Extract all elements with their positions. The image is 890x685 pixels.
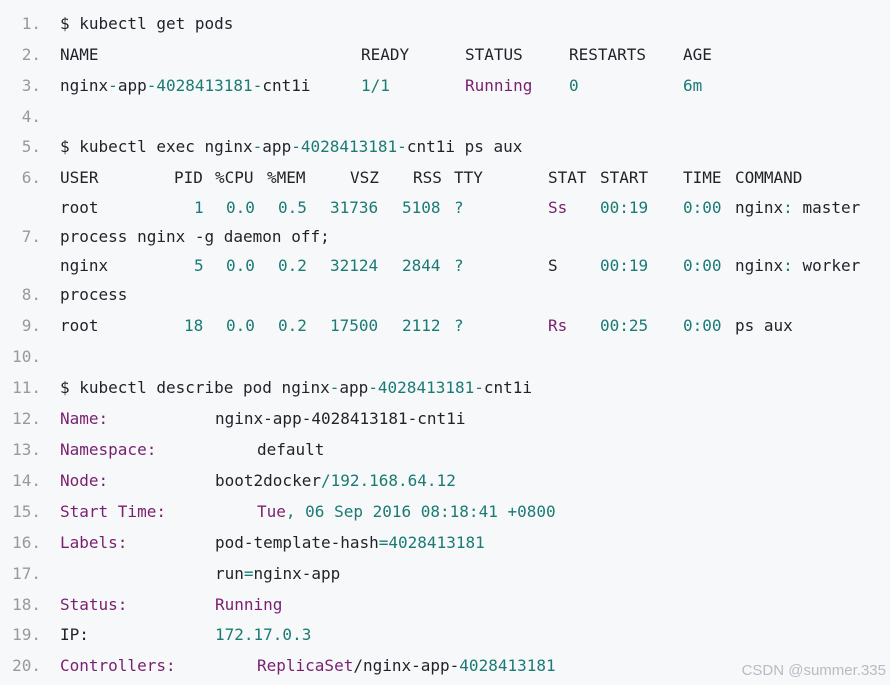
- col-header-name: NAME: [60, 45, 99, 64]
- ps-row-command: ps aux: [735, 316, 793, 335]
- ps-row-pid: 18: [184, 316, 204, 335]
- ps-header-tty: TTY: [454, 168, 483, 187]
- line-number: 15.: [12, 502, 41, 521]
- line-number: 16.: [12, 533, 41, 552]
- describe-ip-value: 172.17.0.3: [215, 625, 312, 644]
- line-number: 18.: [12, 595, 41, 614]
- line-number: 8.: [21, 285, 41, 304]
- ps-header-user: USER: [60, 168, 99, 187]
- describe-start-time-label: Start Time:: [60, 502, 166, 521]
- ps-row-tty: ?: [454, 198, 464, 217]
- ps-row-time: 0:00: [683, 256, 722, 275]
- line-number: 9.: [21, 316, 41, 335]
- describe-namespace-label: Namespace:: [60, 440, 157, 459]
- describe-labels-label: Labels:: [60, 533, 128, 552]
- ps-row-mem: 0.2: [278, 256, 307, 275]
- describe-labels-value: pod-template-hash=4028413181: [215, 533, 485, 552]
- ps-row-user: root: [60, 198, 99, 217]
- command-get-pods: $ kubectl get pods: [60, 14, 234, 33]
- ps-header-time: TIME: [683, 168, 722, 187]
- ps-row-vsz: 31736: [330, 198, 379, 217]
- ps-row-tty: ?: [454, 316, 464, 335]
- ps-header-pid: PID: [174, 168, 203, 187]
- col-header-restarts: RESTARTS: [569, 45, 647, 64]
- line-number: 19.: [12, 625, 41, 644]
- describe-controllers-value: ReplicaSet/nginx-app-4028413181: [257, 656, 556, 675]
- ps-row-tty: ?: [454, 256, 464, 275]
- line-number: 4.: [21, 107, 41, 126]
- code-block: 1. 2. 3. 4. 5. 6. 7. 8. 9. 10. 11. 12. 1…: [0, 0, 890, 685]
- ps-header-vsz: VSZ: [350, 168, 379, 187]
- ps-row-start: 00:19: [600, 256, 649, 275]
- watermark: CSDN @summer.335: [741, 662, 886, 679]
- describe-node-label: Node:: [60, 471, 109, 490]
- col-header-age: AGE: [683, 45, 712, 64]
- ps-header-command: COMMAND: [735, 168, 803, 187]
- ps-row-command-wrap: process: [60, 285, 128, 304]
- ps-row-command: nginx: master: [735, 198, 861, 217]
- ps-row-mem: 0.2: [278, 316, 307, 335]
- ps-row-vsz: 17500: [330, 316, 379, 335]
- ps-row-user: root: [60, 316, 99, 335]
- pod-age: 6m: [683, 76, 703, 95]
- describe-status-label: Status:: [60, 595, 128, 614]
- ps-header-mem: %MEM: [267, 168, 306, 187]
- ps-row-stat: S: [548, 256, 558, 275]
- describe-status-value: Running: [215, 595, 283, 614]
- line-number: 1.: [21, 14, 41, 33]
- ps-row-pid: 1: [194, 198, 204, 217]
- line-number: 11.: [12, 378, 41, 397]
- describe-start-time-value: Tue, 06 Sep 2016 08:18:41 +0800: [257, 502, 556, 521]
- ps-row-stat: Rs: [548, 316, 568, 335]
- ps-header-stat: STAT: [548, 168, 587, 187]
- line-number: 14.: [12, 471, 41, 490]
- pod-restarts: 0: [569, 76, 579, 95]
- command-describe: $ kubectl describe pod nginx-app-4028413…: [60, 378, 533, 397]
- ps-row-pid: 5: [194, 256, 204, 275]
- ps-row-rss: 5108: [402, 198, 441, 217]
- line-number: 13.: [12, 440, 41, 459]
- ps-row-time: 0:00: [683, 198, 722, 217]
- describe-node-value: boot2docker/192.168.64.12: [215, 471, 456, 490]
- line-number: 17.: [12, 564, 41, 583]
- pod-ready: 1/1: [361, 76, 390, 95]
- line-number: 3.: [21, 76, 41, 95]
- ps-row-cpu: 0.0: [226, 256, 255, 275]
- ps-row-start: 00:19: [600, 198, 649, 217]
- pod-name: nginx-app-4028413181-cnt1i: [60, 76, 311, 95]
- ps-row-rss: 2112: [402, 316, 441, 335]
- describe-name-label: Name:: [60, 409, 109, 428]
- describe-controllers-label: Controllers:: [60, 656, 176, 675]
- line-number: 12.: [12, 409, 41, 428]
- ps-row-start: 00:25: [600, 316, 649, 335]
- ps-row-cpu: 0.0: [226, 316, 255, 335]
- ps-row-user: nginx: [60, 256, 109, 275]
- ps-row-mem: 0.5: [278, 198, 307, 217]
- describe-labels-value: run=nginx-app: [215, 564, 341, 583]
- ps-row-time: 0:00: [683, 316, 722, 335]
- line-number: 6.: [21, 168, 41, 187]
- command-exec: $ kubectl exec nginx-app-4028413181-cnt1…: [60, 137, 523, 156]
- pod-status: Running: [465, 76, 533, 95]
- line-number: 10.: [12, 347, 41, 366]
- col-header-status: STATUS: [465, 45, 523, 64]
- line-number: 2.: [21, 45, 41, 64]
- ps-row-command: nginx: worker: [735, 256, 861, 275]
- ps-header-start: START: [600, 168, 649, 187]
- col-header-ready: READY: [361, 45, 410, 64]
- ps-row-rss: 2844: [402, 256, 441, 275]
- ps-header-rss: RSS: [413, 168, 442, 187]
- describe-name-value: nginx-app-4028413181-cnt1i: [215, 409, 466, 428]
- describe-ip-label: IP:: [60, 625, 89, 644]
- ps-row-vsz: 32124: [330, 256, 379, 275]
- describe-namespace-value: default: [257, 440, 325, 459]
- line-number: 7.: [21, 227, 41, 246]
- ps-row-cpu: 0.0: [226, 198, 255, 217]
- ps-header-cpu: %CPU: [215, 168, 254, 187]
- line-number: 20.: [12, 656, 41, 675]
- ps-row-stat: Ss: [548, 198, 568, 217]
- line-number: 5.: [21, 137, 41, 156]
- ps-row-command-wrap: process nginx -g daemon off;: [60, 227, 330, 246]
